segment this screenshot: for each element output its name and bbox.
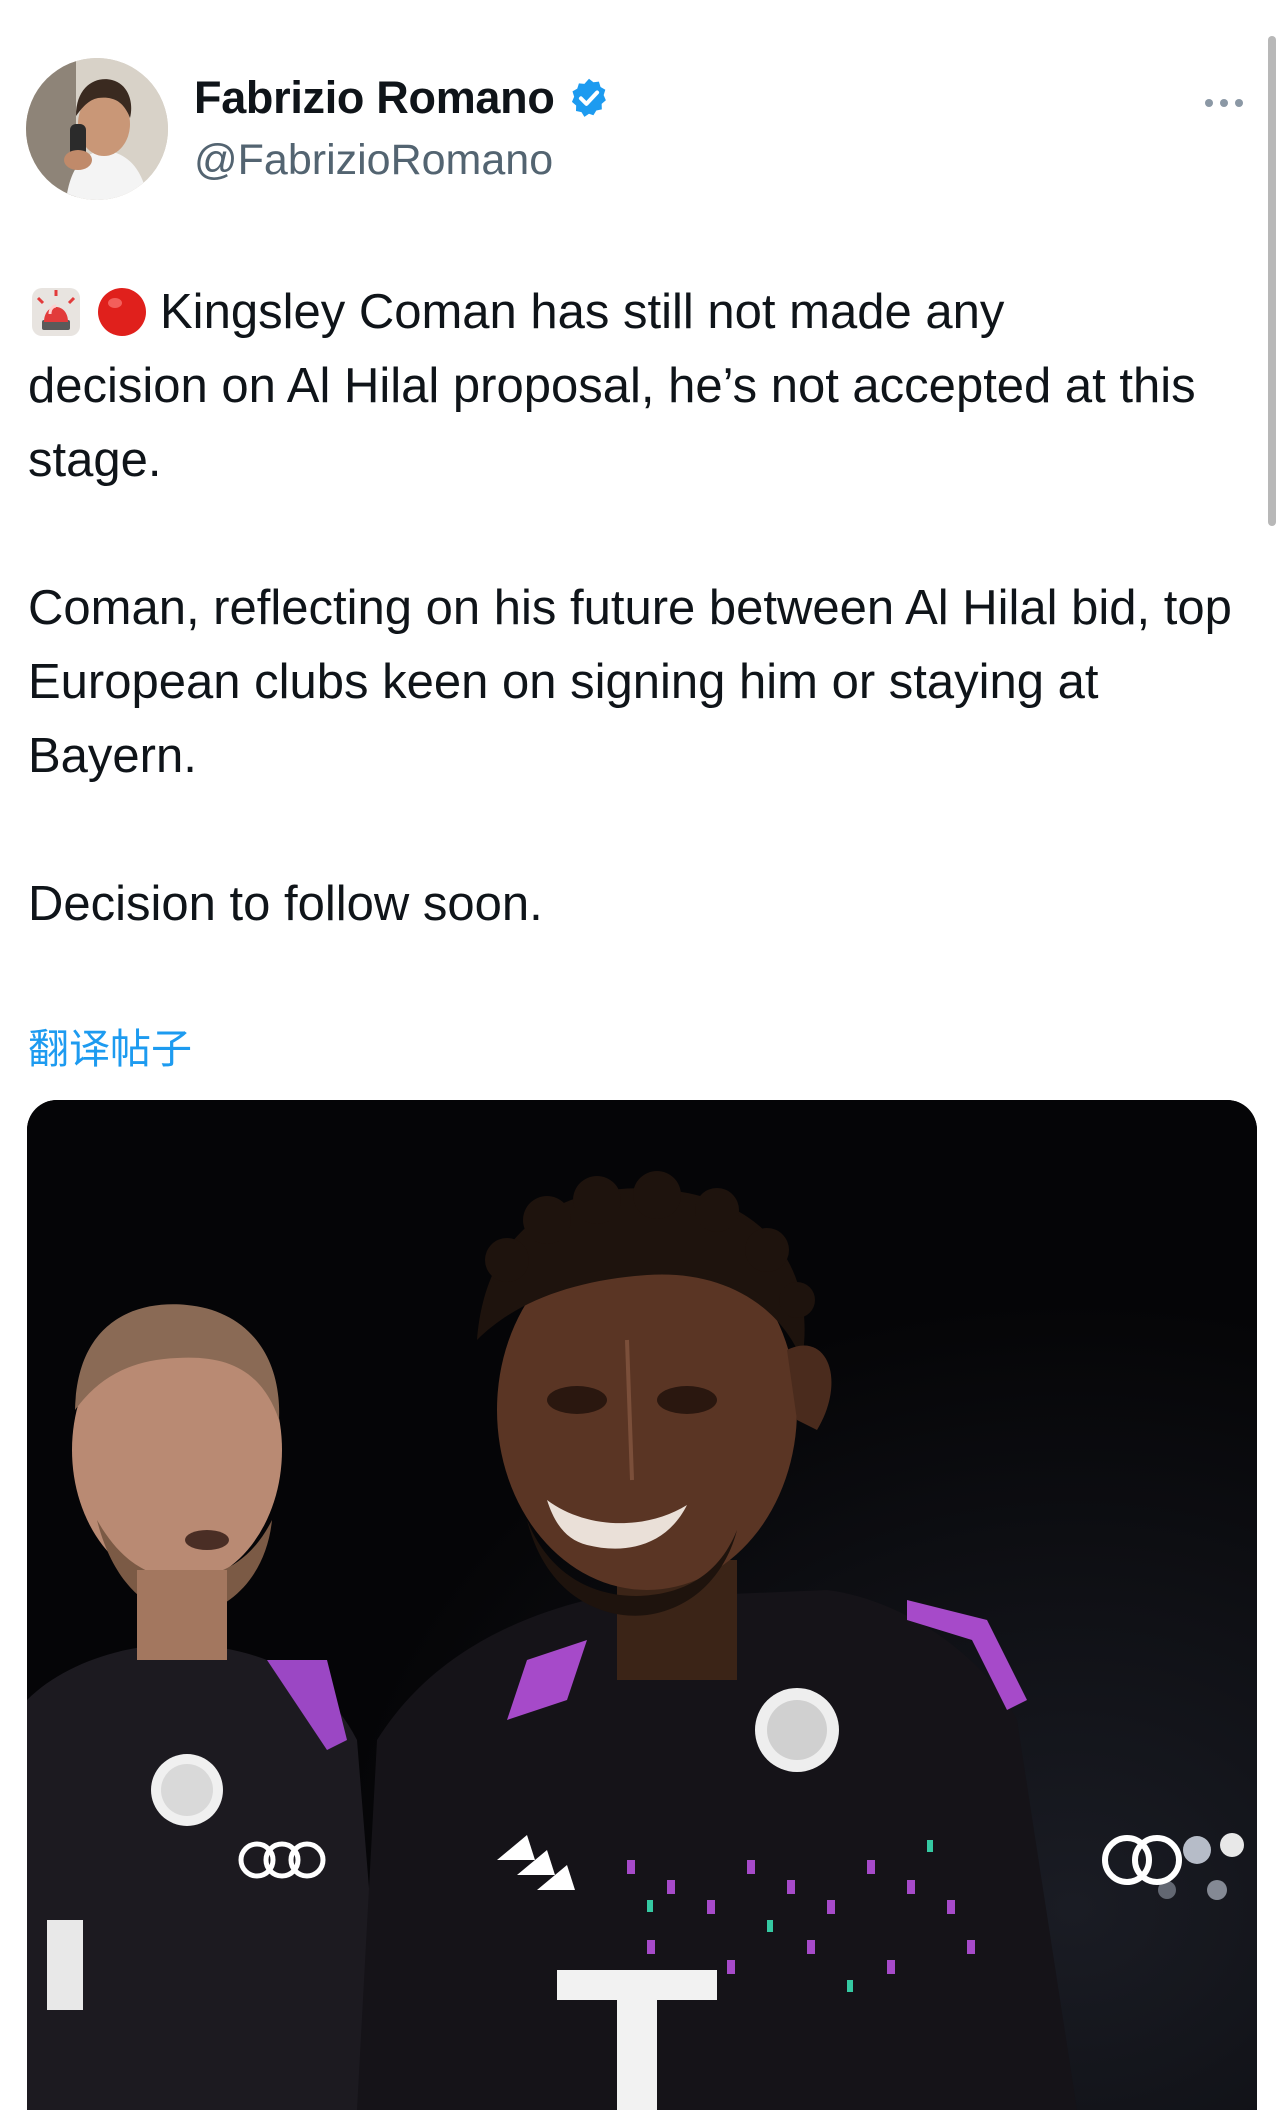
tweet-card: Fabrizio Romano @FabrizioRomano Kingsley…: [0, 0, 1284, 2110]
tweet-paragraph-3: Decision to follow soon.: [28, 877, 543, 931]
more-dot: [1235, 99, 1243, 107]
more-dot: [1205, 99, 1213, 107]
more-dot: [1220, 99, 1228, 107]
scrollbar[interactable]: [1268, 36, 1276, 526]
tweet-media-image[interactable]: [27, 1100, 1257, 2110]
author-name-row: Fabrizio Romano: [194, 72, 611, 124]
verified-badge-icon: [567, 76, 611, 120]
author-handle[interactable]: @FabrizioRomano: [194, 136, 553, 185]
tweet-paragraph-1-rest: decision on Al Hilal proposal, he’s not …: [28, 359, 1196, 487]
tweet-text-line: Kingsley Coman has still not made any: [160, 285, 1005, 339]
tweet-header: Fabrizio Romano @FabrizioRomano: [26, 58, 1256, 208]
tweet-paragraph-2: Coman, reflecting on his future between …: [28, 581, 1232, 783]
translate-post-link[interactable]: 翻译帖子: [28, 1015, 192, 1075]
red-circle-emoji: [94, 284, 150, 340]
author-name[interactable]: Fabrizio Romano: [194, 72, 555, 124]
tweet-text: Kingsley Coman has still not made any de…: [28, 275, 1248, 941]
more-horizontal-icon[interactable]: [1192, 88, 1256, 118]
avatar[interactable]: [26, 58, 168, 200]
tweet-paragraph-1-first-line: Kingsley Coman has still not made any: [28, 275, 1248, 349]
police-siren-emoji: [28, 284, 84, 340]
